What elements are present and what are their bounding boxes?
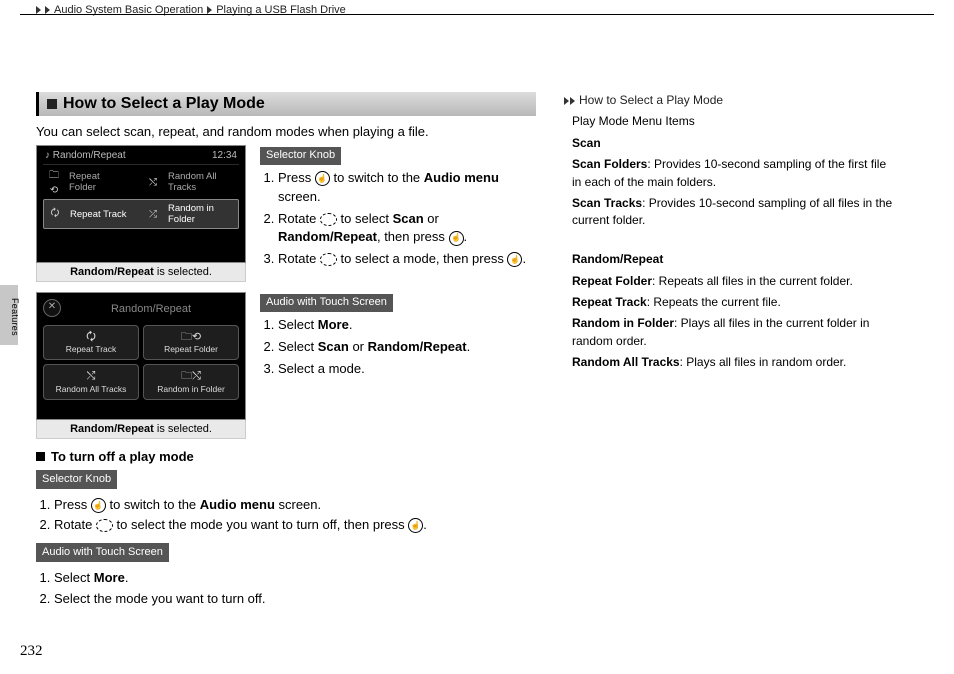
- knob-steps: Press ☝ to switch to the Audio menu scre…: [260, 169, 536, 269]
- random-folder-icon: 🗀⤭: [146, 370, 236, 382]
- breadcrumb-item: Playing a USB Flash Drive: [216, 4, 346, 16]
- touch-screen-tag: Audio with Touch Screen: [260, 294, 393, 312]
- info-sidebar: How to Select a Play Mode Play Mode Menu…: [564, 92, 894, 615]
- press-knob-icon: ☝: [408, 518, 423, 533]
- selector-knob-tag: Selector Knob: [260, 147, 341, 165]
- touch-screen-tag: Audio with Touch Screen: [36, 543, 169, 562]
- step: Rotate to select Scan or Random/Repeat, …: [278, 210, 536, 248]
- info-text: Scan: [572, 135, 894, 152]
- turnoff-knob-steps: Press ☝ to switch to the Audio menu scre…: [36, 495, 536, 535]
- repeat-track-icon: 🗘: [46, 331, 136, 343]
- random-all-icon: ⤭: [144, 177, 162, 188]
- turnoff-touch-steps: Select More. Select the mode you want to…: [36, 568, 536, 608]
- close-icon: ✕: [43, 299, 61, 317]
- info-text: Random All Tracks: Plays all files in ra…: [572, 354, 894, 371]
- chevron-right-icon: [45, 6, 50, 14]
- press-knob-icon: ☝: [507, 252, 522, 267]
- touch-button: 🗀⤭Random in Folder: [143, 364, 239, 399]
- random-folder-icon: ⤮: [144, 209, 162, 220]
- repeat-folder-icon: 🗀⟲: [146, 331, 236, 343]
- step: Select More.: [54, 568, 536, 588]
- menu-item: Random in Folder: [168, 203, 236, 225]
- section-heading: How to Select a Play Mode: [36, 92, 536, 116]
- touch-button: ⤭Random All Tracks: [43, 364, 139, 399]
- step: Select Scan or Random/Repeat.: [278, 338, 536, 357]
- press-knob-icon: ☝: [449, 231, 464, 246]
- display-screenshot-touch: ✕ Random/Repeat 🗘Repeat Track 🗀⟲Repeat F…: [36, 292, 246, 439]
- clock: 12:34: [212, 150, 237, 161]
- info-text: Scan Tracks: Provides 10-second sampling…: [572, 195, 894, 230]
- side-tab-label: Features: [10, 298, 20, 336]
- chevron-right-icon: [207, 6, 212, 14]
- breadcrumb-item: Audio System Basic Operation: [54, 4, 203, 16]
- menu-item: Repeat Folder: [69, 171, 138, 193]
- repeat-folder-icon: 🗀⟲: [45, 168, 63, 196]
- menu-item-selected: Repeat Track: [70, 209, 138, 220]
- random-all-icon: ⤭: [46, 370, 136, 382]
- step: Press ☝ to switch to the Audio menu scre…: [278, 169, 536, 207]
- square-bullet-icon: [36, 452, 45, 461]
- page-number: 232: [20, 643, 43, 660]
- info-text: Scan Folders: Provides 10-second samplin…: [572, 156, 894, 191]
- touch-steps: Select More. Select Scan or Random/Repea…: [260, 316, 536, 379]
- breadcrumb: Audio System Basic Operation Playing a U…: [36, 4, 346, 16]
- step: Rotate to select a mode, then press ☝.: [278, 250, 536, 269]
- step: Select the mode you want to turn off.: [54, 589, 536, 609]
- chevron-right-icon: [36, 6, 41, 14]
- touch-button: 🗀⟲Repeat Folder: [143, 325, 239, 360]
- info-text: Repeat Folder: Repeats all files in the …: [572, 273, 894, 290]
- step: Select More.: [278, 316, 536, 335]
- square-bullet-icon: [47, 99, 57, 109]
- subsection-heading: To turn off a play mode: [36, 449, 536, 464]
- info-text: Random in Folder: Plays all files in the…: [572, 315, 894, 350]
- info-text: Random/Repeat: [572, 251, 894, 268]
- section-intro: You can select scan, repeat, and random …: [36, 124, 536, 139]
- display-screenshot-knob: ♪ Random/Repeat 12:34 🗀⟲ Repeat Folder ⤭…: [36, 145, 246, 282]
- menu-item: Random All Tracks: [168, 171, 237, 193]
- screenshot-caption: Random/Repeat is selected.: [36, 263, 246, 282]
- section-title: How to Select a Play Mode: [63, 95, 265, 113]
- selector-knob-tag: Selector Knob: [36, 470, 117, 489]
- rotate-knob-icon: [320, 253, 337, 266]
- screenshot-caption: Random/Repeat is selected.: [36, 420, 246, 439]
- chevron-right-icon: [570, 97, 575, 105]
- rotate-knob-icon: [96, 519, 113, 532]
- chevron-right-icon: [564, 97, 569, 105]
- touch-button: 🗘Repeat Track: [43, 325, 139, 360]
- step: Press ☝ to switch to the Audio menu scre…: [54, 495, 536, 515]
- info-text: Play Mode Menu Items: [572, 113, 894, 130]
- repeat-track-icon: 🗘: [46, 206, 64, 223]
- rotate-knob-icon: [320, 213, 337, 226]
- step: Select a mode.: [278, 360, 536, 379]
- press-knob-icon: ☝: [315, 171, 330, 186]
- press-knob-icon: ☝: [91, 498, 106, 513]
- info-text: Repeat Track: Repeats the current file.: [572, 294, 894, 311]
- screen-title: Random/Repeat: [53, 150, 126, 161]
- screen-title: Random/Repeat: [63, 297, 239, 317]
- info-heading: How to Select a Play Mode: [564, 92, 894, 109]
- step: Rotate to select the mode you want to tu…: [54, 515, 536, 535]
